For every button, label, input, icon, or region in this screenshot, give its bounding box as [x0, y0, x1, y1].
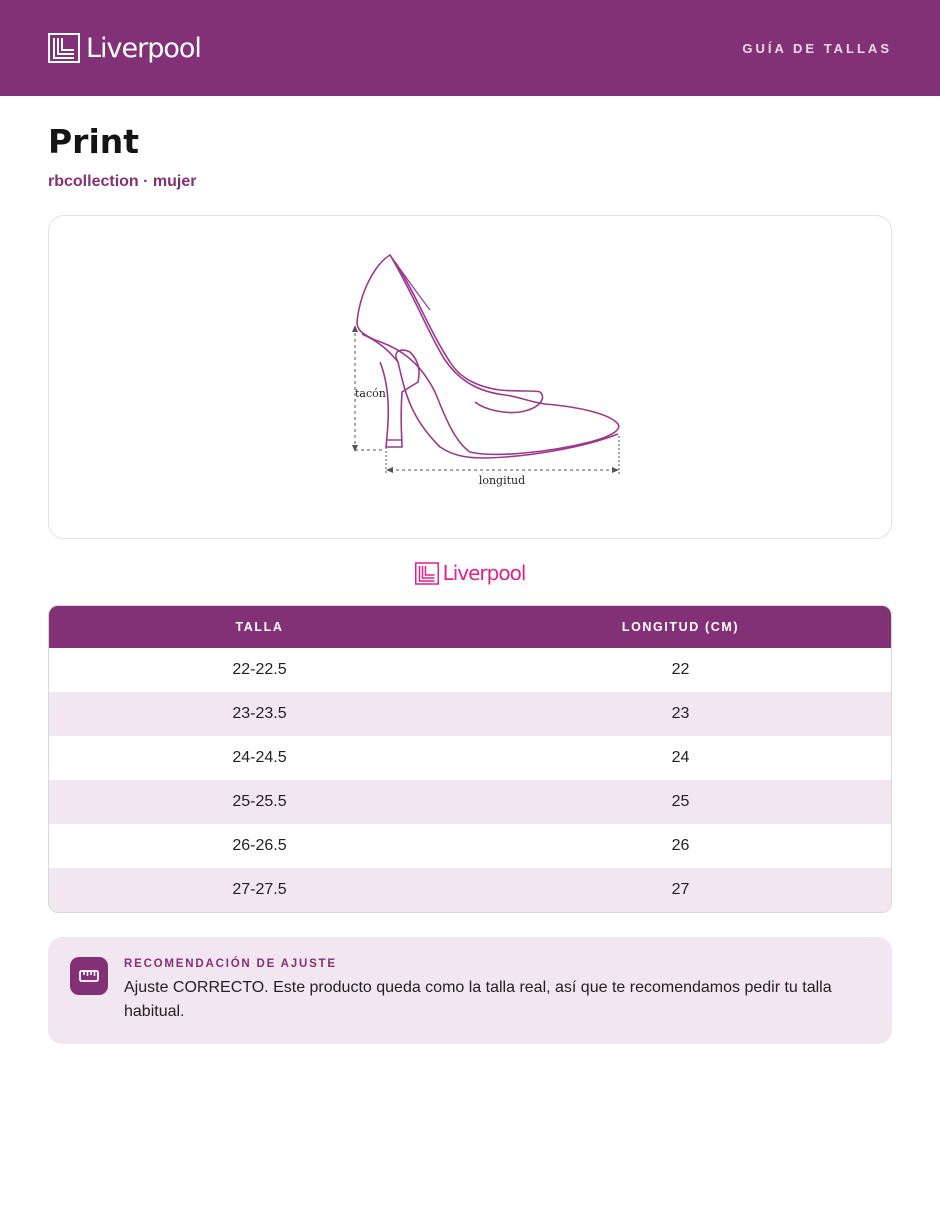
table-row: 24-24.5 24 [49, 736, 891, 780]
table-row: 23-23.5 23 [49, 692, 891, 736]
length-cell: 24 [671, 749, 690, 766]
length-label: longitud [479, 474, 525, 487]
logo-text: Liverpool [86, 32, 202, 64]
liverpool-logo-icon [48, 33, 80, 63]
size-table: TALLA LONGITUD (CM) 22-22.5 22 23-23.5 2… [48, 605, 892, 913]
shoe-diagram: tacón longitud [352, 253, 620, 487]
length-cell: 22 [671, 661, 690, 678]
shoe-diagram-card: tacón longitud [48, 215, 892, 539]
liverpool-logo[interactable]: Liverpool [48, 32, 202, 64]
heel-label: tacón [355, 387, 386, 400]
length-cell: 26 [671, 837, 690, 854]
size-cell: 24-24.5 [232, 749, 287, 766]
fit-recommendation: RECOMENDACIÓN DE AJUSTE Ajuste CORRECTO.… [48, 937, 892, 1044]
column-header-size: TALLA [235, 620, 284, 634]
size-cell: 25-25.5 [232, 793, 287, 810]
size-cell: 26-26.5 [232, 837, 287, 854]
size-cell: 27-27.5 [232, 881, 287, 898]
size-cell: 23-23.5 [232, 705, 287, 722]
table-header: TALLA LONGITUD (CM) [49, 606, 891, 648]
product-subtitle: rbcollection · mujer [48, 173, 197, 190]
table-row: 22-22.5 22 [49, 648, 891, 692]
fit-recommendation-title: RECOMENDACIÓN DE AJUSTE [124, 958, 337, 970]
column-header-length: LONGITUD (CM) [621, 620, 740, 634]
page-title: Print [48, 122, 140, 161]
table-row: 26-26.5 26 [49, 824, 891, 868]
table-row: 27-27.5 27 [49, 868, 891, 912]
app-header: Liverpool GUÍA DE TALLAS [0, 0, 940, 96]
liverpool-logo-icon [414, 561, 439, 585]
ruler-icon [70, 957, 108, 995]
table-row: 25-25.5 25 [49, 780, 891, 824]
brand-logo-text: Liverpool [442, 561, 527, 585]
size-cell: 22-22.5 [232, 661, 287, 678]
length-cell: 27 [671, 881, 690, 898]
size-guide-link[interactable]: GUÍA DE TALLAS [742, 41, 892, 56]
length-cell: 23 [671, 705, 690, 722]
fit-recommendation-text: Ajuste CORRECTO. Este producto queda com… [124, 979, 832, 1020]
length-cell: 25 [671, 793, 690, 810]
brand-logo: Liverpool [48, 561, 892, 585]
